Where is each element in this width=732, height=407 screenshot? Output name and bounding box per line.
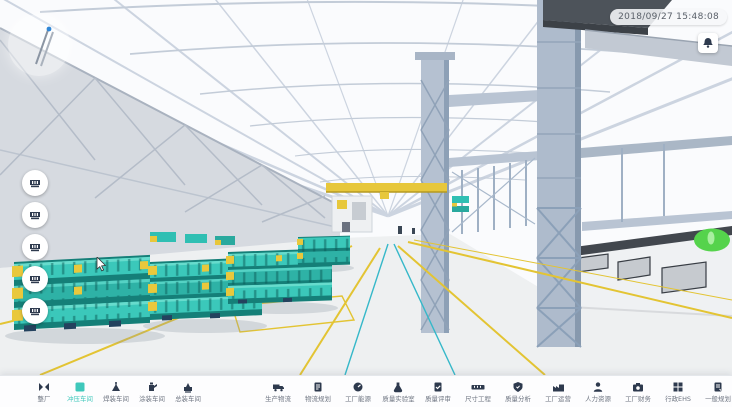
tab-label: 整厂	[38, 395, 51, 402]
tab-factory-operations[interactable]: 工厂运营	[538, 381, 578, 403]
tab-label: 涂装车间	[139, 395, 165, 402]
general-planning-icon	[712, 381, 724, 393]
tab-quality-lab[interactable]: 质量实验室	[378, 381, 418, 403]
paint-shop-icon	[146, 381, 158, 393]
tab-label: 工厂财务	[625, 395, 651, 402]
scene-marker-button[interactable]	[22, 234, 48, 260]
stamping-shop-icon	[74, 381, 86, 393]
scene-marker-button[interactable]	[22, 266, 48, 292]
die-stack[interactable]	[297, 236, 350, 266]
tab-label: 质量评审	[425, 395, 451, 402]
notification-button[interactable]	[698, 33, 718, 53]
scene-3d-viewport[interactable]: 2018/09/27 15:48:08	[0, 0, 732, 375]
welding-shop-icon	[110, 381, 122, 393]
tab-quality-review[interactable]: 质量评审	[418, 381, 458, 403]
plant-overview-icon	[38, 381, 50, 393]
tab-production-logistics[interactable]: 生产物流	[258, 381, 298, 403]
logistics-planning-icon	[312, 381, 324, 393]
dimension-engineering-icon	[471, 381, 485, 393]
factory-energy-icon	[352, 381, 364, 393]
ehs-admin-icon	[672, 381, 684, 393]
tab-label: 冲压车间	[67, 395, 93, 402]
bottom-toolbar: 整厂 冲压车间 焊装车间 涂装车间 总装车间 生产物流	[0, 375, 732, 407]
tab-plant-overview[interactable]: 整厂	[26, 381, 62, 403]
tab-factory-energy[interactable]: 工厂能源	[338, 381, 378, 403]
quality-lab-icon	[392, 381, 404, 393]
tab-label: 一般规划	[705, 395, 731, 402]
tab-label: 工厂运营	[545, 395, 571, 402]
quality-analysis-icon	[512, 381, 524, 393]
module-nav-group: 生产物流 物流规划 工厂能源 质量实验室 质量评审 尺寸工程	[258, 381, 732, 403]
compass-widget[interactable]	[8, 14, 70, 76]
tab-label: 质量实验室	[382, 395, 414, 402]
assembly-shop-icon	[182, 381, 194, 393]
die-press-icon	[29, 177, 41, 189]
tab-label: 行政EHS	[665, 395, 691, 402]
scene-marker-button[interactable]	[22, 170, 48, 196]
compass-needle-icon	[8, 14, 70, 76]
tab-stamping-shop[interactable]: 冲压车间	[62, 381, 98, 403]
quality-review-icon	[432, 381, 444, 393]
tab-quality-analysis[interactable]: 质量分析	[498, 381, 538, 403]
tab-ehs-admin[interactable]: 行政EHS	[658, 381, 698, 403]
tab-welding-shop[interactable]: 焊装车间	[98, 381, 134, 403]
status-pin[interactable]	[694, 229, 730, 252]
tab-label: 人力资源	[585, 395, 611, 402]
tab-logistics-planning[interactable]: 物流规划	[298, 381, 338, 403]
scene-marker-stack	[22, 170, 48, 324]
tab-label: 物流规划	[305, 395, 331, 402]
hr-icon	[592, 381, 604, 393]
tab-dimension-engineering[interactable]: 尺寸工程	[458, 381, 498, 403]
tab-label: 质量分析	[505, 395, 531, 402]
digital-factory-app: 2018/09/27 15:48:08	[0, 0, 732, 407]
factory-operations-icon	[552, 381, 565, 393]
die-press-icon	[29, 305, 41, 317]
bell-icon	[702, 37, 714, 49]
die-press-icon	[29, 273, 41, 285]
finance-icon	[632, 381, 644, 393]
tab-label: 焊装车间	[103, 395, 129, 402]
tab-label: 尺寸工程	[465, 395, 491, 402]
tab-human-resources[interactable]: 人力资源	[578, 381, 618, 403]
workshop-nav-group: 整厂 冲压车间 焊装车间 涂装车间 总装车间	[26, 381, 206, 403]
tab-label: 工厂能源	[345, 395, 371, 402]
tab-assembly-shop[interactable]: 总装车间	[170, 381, 206, 403]
tab-general-planning[interactable]: 一般规划	[698, 381, 732, 403]
steel-column-front	[537, 0, 581, 347]
scene-marker-button[interactable]	[22, 202, 48, 228]
factory-3d-scene	[0, 0, 732, 375]
logistics-truck-icon	[272, 381, 285, 393]
tab-label: 总装车间	[175, 395, 201, 402]
timestamp: 2018/09/27 15:48:08	[610, 9, 727, 25]
tab-label: 生产物流	[265, 395, 291, 402]
die-press-icon	[29, 241, 41, 253]
tab-paint-shop[interactable]: 涂装车间	[134, 381, 170, 403]
tab-factory-finance[interactable]: 工厂财务	[618, 381, 658, 403]
scene-marker-button[interactable]	[22, 298, 48, 324]
die-press-icon	[29, 209, 41, 221]
